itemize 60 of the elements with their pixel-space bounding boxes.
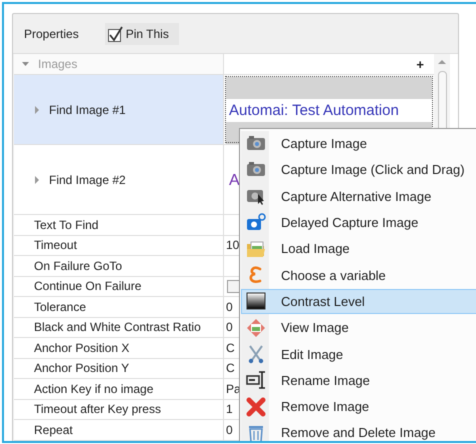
property-value: C xyxy=(226,340,235,355)
category-label: Images xyxy=(38,57,78,71)
property-label: Black and White Contrast Ratio xyxy=(34,320,201,334)
property-label: Continue On Failure xyxy=(34,279,142,294)
property-name-cell[interactable]: On Failure GoTo xyxy=(14,256,224,276)
expand-arrow-icon[interactable] xyxy=(34,106,40,114)
property-value: 10 xyxy=(226,238,240,252)
property-label: Action Key if no image xyxy=(34,382,154,396)
property-name-cell[interactable]: Tolerance xyxy=(14,297,224,316)
property-name-cell[interactable]: Timeout after Key press xyxy=(14,400,224,419)
property-name-cell[interactable]: Find Image #1 xyxy=(14,75,224,144)
collapse-arrow-icon[interactable] xyxy=(22,60,29,68)
property-name-cell[interactable]: Black and White Contrast Ratio xyxy=(14,318,224,337)
scissors-icon xyxy=(246,344,266,364)
checkbox[interactable] xyxy=(227,280,240,293)
property-label: On Failure GoTo xyxy=(34,258,122,273)
property-label: Anchor Position X xyxy=(34,340,130,355)
property-name-cell[interactable]: Repeat xyxy=(14,420,224,440)
add-button[interactable]: + xyxy=(416,56,424,72)
menu-item[interactable]: View Image xyxy=(241,315,476,340)
cross-icon xyxy=(246,396,266,417)
property-value: C xyxy=(226,361,235,376)
menu-item[interactable]: Choose a variable xyxy=(241,262,476,288)
menu-item[interactable]: Remove Image xyxy=(241,394,476,420)
menu-item[interactable]: Rename Image xyxy=(241,368,476,393)
property-label: Tolerance xyxy=(34,300,86,314)
property-label: Find Image #2 xyxy=(49,172,126,186)
panel-title: Properties xyxy=(24,26,79,40)
camera-icon xyxy=(246,212,266,233)
folder-icon xyxy=(246,238,266,259)
property-name-cell[interactable]: Anchor Position Y xyxy=(14,358,224,378)
menu-item[interactable]: Capture Image xyxy=(241,131,476,156)
pin-checkbox[interactable]: Pin This xyxy=(104,22,179,44)
property-value: 0 xyxy=(226,300,233,314)
property-label: Timeout xyxy=(34,238,77,252)
scroll-up-icon[interactable] xyxy=(438,59,446,65)
property-name-cell[interactable]: Anchor Position X xyxy=(14,338,224,358)
property-name-cell[interactable]: Text To Find xyxy=(14,215,224,234)
property-value: 0 xyxy=(226,320,233,334)
property-name-cell[interactable]: Continue On Failure xyxy=(14,276,224,296)
property-label: Repeat xyxy=(34,422,73,437)
expand-arrow-icon[interactable] xyxy=(34,176,40,184)
menu-item[interactable]: Delayed Capture Image xyxy=(241,210,476,236)
property-label: Find Image #1 xyxy=(49,102,126,116)
property-label: Text To Find xyxy=(34,218,98,232)
image-icon xyxy=(246,318,266,338)
menu-item[interactable]: Remove and Delete Image xyxy=(241,420,476,441)
property-value: 0 xyxy=(226,422,233,437)
property-label: Anchor Position Y xyxy=(34,361,130,376)
property-name-cell[interactable]: Action Key if no image xyxy=(14,379,224,398)
property-name-cell[interactable]: Timeout xyxy=(14,236,224,255)
property-name-cell[interactable]: Find Image #2 xyxy=(14,145,224,214)
property-value: 1 xyxy=(226,402,233,416)
menu-item[interactable]: Contrast Level xyxy=(241,288,476,314)
menu-item[interactable]: Edit Image xyxy=(241,341,476,367)
gradient-icon xyxy=(246,291,266,312)
menu-item[interactable]: Load Image xyxy=(241,236,476,262)
rename-icon xyxy=(246,370,266,390)
property-label: Timeout after Key press xyxy=(34,402,161,416)
checkbox-icon xyxy=(108,26,123,42)
